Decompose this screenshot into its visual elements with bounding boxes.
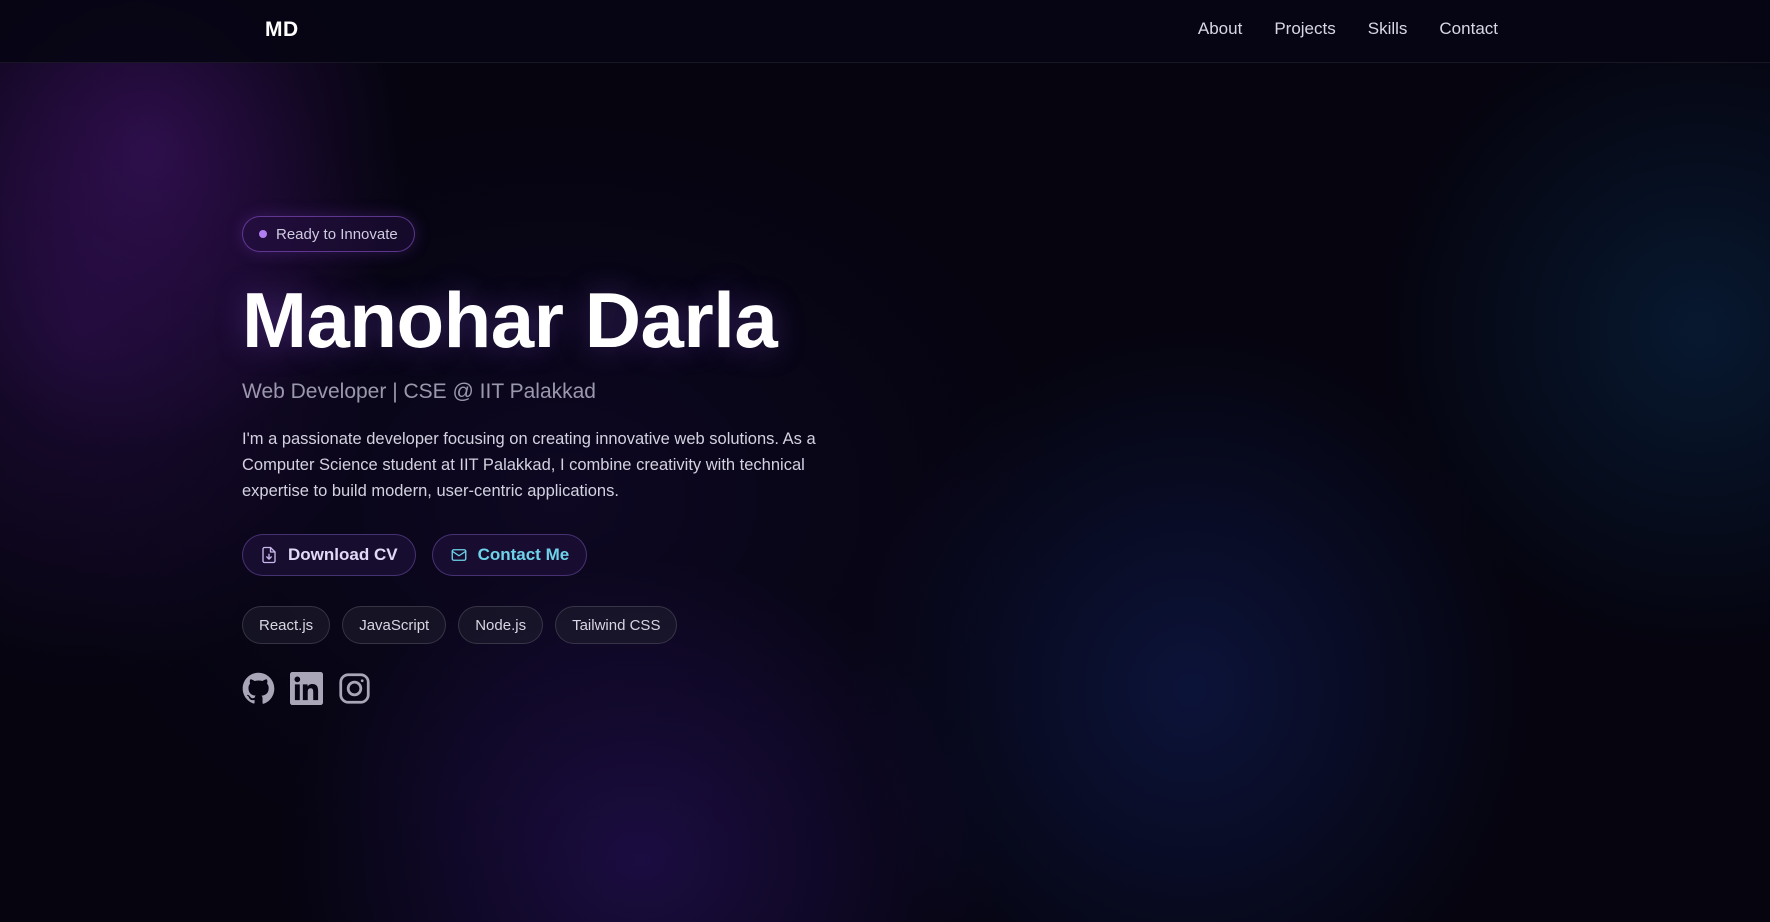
tech-tag: Tailwind CSS <box>555 606 678 644</box>
top-navbar: MD About Projects Skills Contact <box>0 0 1770 63</box>
contact-me-button[interactable]: Contact Me <box>431 534 588 576</box>
tech-tag: Node.js <box>458 606 544 644</box>
nav-link-about[interactable]: About <box>1198 19 1242 39</box>
nav-link-skills[interactable]: Skills <box>1368 19 1408 39</box>
nav-links: About Projects Skills Contact <box>1198 19 1498 39</box>
tech-tags: React.js JavaScript Node.js Tailwind CSS <box>242 606 902 644</box>
portfolio-page: MD About Projects Skills Contact Ready t… <box>0 0 1770 922</box>
hero-section: Ready to Innovate Manohar Darla Web Deve… <box>242 216 902 705</box>
linkedin-icon[interactable] <box>290 672 323 705</box>
hero-bio: I'm a passionate developer focusing on c… <box>242 430 816 500</box>
hero-actions: Download CV Contact Me <box>242 534 902 576</box>
site-logo[interactable]: MD <box>265 18 299 42</box>
nav-link-projects[interactable]: Projects <box>1274 19 1335 39</box>
tech-tag: JavaScript <box>342 606 447 644</box>
file-download-icon <box>260 546 278 564</box>
github-icon[interactable] <box>242 672 275 705</box>
contact-me-label: Contact Me <box>477 545 570 564</box>
status-badge-label: Ready to Innovate <box>276 225 398 243</box>
instagram-icon[interactable] <box>338 672 371 705</box>
mail-icon <box>450 546 468 564</box>
status-dot-icon <box>259 230 267 238</box>
status-badge: Ready to Innovate <box>242 216 415 252</box>
nav-link-contact[interactable]: Contact <box>1439 19 1498 39</box>
download-cv-button[interactable]: Download CV <box>242 534 416 576</box>
social-links <box>242 672 902 705</box>
hero-subtitle: Web Developer | CSE @ IIT Palakkad <box>242 380 596 403</box>
tech-tag: React.js <box>242 606 331 644</box>
download-cv-label: Download CV <box>288 545 398 564</box>
hero-name: Manohar Darla <box>242 276 778 364</box>
